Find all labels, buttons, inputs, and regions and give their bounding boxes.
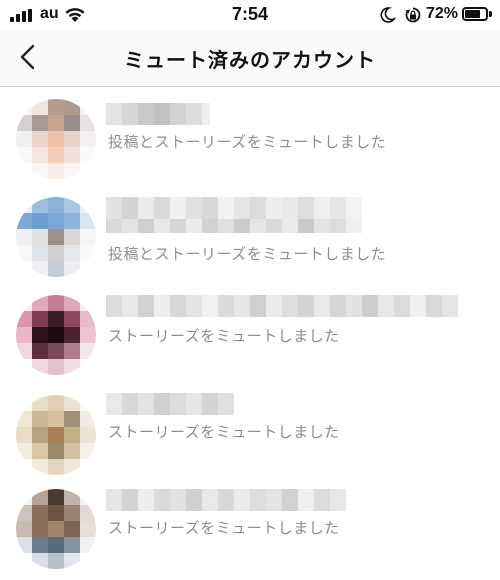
account-row[interactable]: ストーリーズをミュートしました xyxy=(0,383,500,477)
username-blurred xyxy=(106,393,234,415)
mute-status: 投稿とストーリーズをミュートしました xyxy=(108,133,387,151)
avatar[interactable] xyxy=(16,489,96,569)
username-blurred xyxy=(106,197,362,219)
mute-status: ストーリーズをミュートしました xyxy=(108,327,340,345)
page-title: ミュート済みのアカウント xyxy=(124,48,376,72)
account-row[interactable]: 投稿とストーリーズをミュートしました xyxy=(0,185,500,283)
battery-tip xyxy=(489,11,492,17)
status-time: 7:54 xyxy=(231,4,269,24)
account-row[interactable]: ストーリーズをミュートしました xyxy=(0,477,500,575)
avatar[interactable] xyxy=(16,99,96,179)
avatar[interactable] xyxy=(16,197,96,277)
username-blurred xyxy=(106,295,458,317)
avatar[interactable] xyxy=(16,295,96,375)
avatar[interactable] xyxy=(16,395,96,475)
battery-icon xyxy=(462,7,488,21)
username-blurred xyxy=(106,103,210,125)
rotation-lock-icon xyxy=(405,7,421,23)
muted-accounts-list: 投稿とストーリーズをミュートしました 投稿とストーリーズをミュートしました スト… xyxy=(0,87,500,575)
mute-status: ストーリーズをミュートしました xyxy=(108,423,340,441)
username-blurred xyxy=(106,489,346,511)
mute-status: 投稿とストーリーズをミュートしました xyxy=(108,245,387,263)
account-row[interactable]: 投稿とストーリーズをミュートしました xyxy=(0,87,500,185)
username-blurred-line2 xyxy=(106,219,362,233)
account-row[interactable]: ストーリーズをミュートしました xyxy=(0,283,500,383)
do-not-disturb-icon xyxy=(380,7,396,23)
status-bar: au 7:54 72% xyxy=(0,0,500,30)
mute-status: ストーリーズをミュートしました xyxy=(108,519,340,537)
navigation-header: ミュート済みのアカウント xyxy=(0,30,500,87)
battery-percent: 72% xyxy=(426,5,459,22)
